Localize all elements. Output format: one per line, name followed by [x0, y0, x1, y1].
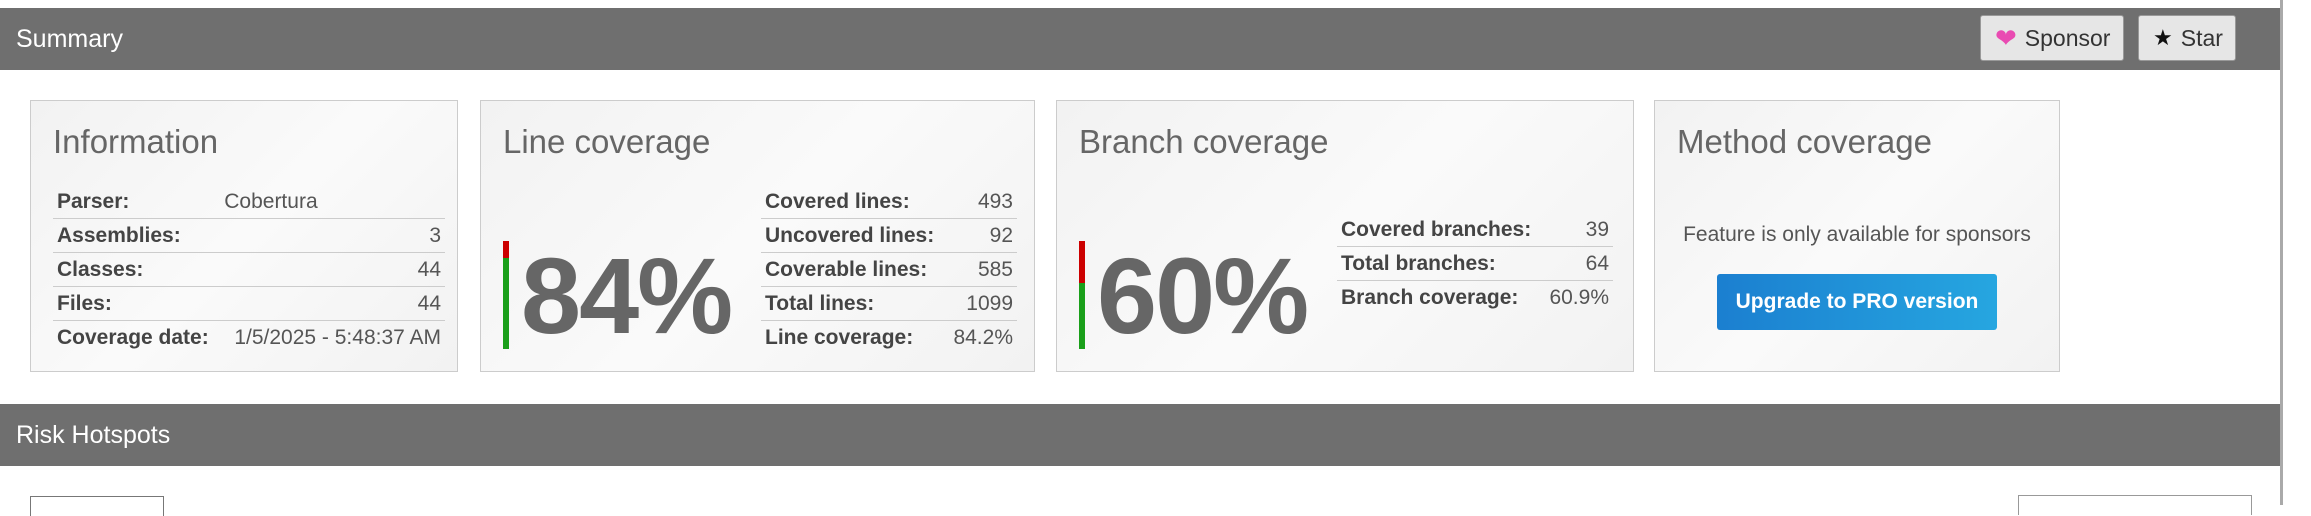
line-value: 92: [946, 218, 1017, 253]
information-table: Parser: Cobertura Assemblies: 3 Classes:…: [53, 185, 445, 354]
branch-label: Total branches:: [1337, 246, 1543, 281]
upgrade-pro-button[interactable]: Upgrade to PRO version: [1717, 274, 1997, 330]
gauge-uncovered: [1079, 241, 1085, 283]
gauge-covered: [503, 258, 509, 349]
table-row: Assemblies: 3: [53, 218, 445, 253]
risk-hotspots-title: Risk Hotspots: [16, 420, 171, 449]
branch-value: 64: [1542, 246, 1613, 281]
table-row: Covered lines: 493: [761, 185, 1017, 219]
method-coverage-card: Method coverage Feature is only availabl…: [1654, 100, 2060, 372]
line-value: 84.2%: [953, 325, 1013, 349]
line-coverage-title: Line coverage: [503, 123, 711, 160]
line-value: 493: [946, 185, 1017, 219]
line-label: Uncovered lines:: [761, 218, 947, 253]
line-label: Covered lines:: [761, 185, 947, 219]
header-buttons: ❤ Sponsor ★ Star: [1980, 15, 2236, 61]
branch-coverage-percent: 60%: [1097, 235, 1309, 356]
table-row: Files: 44: [53, 286, 445, 321]
branch-coverage-table: Covered branches: 39 Total branches: 64 …: [1337, 213, 1613, 314]
star-label: Star: [2180, 24, 2223, 51]
line-value: 1099: [946, 286, 1017, 321]
gauge-covered: [1079, 283, 1085, 349]
info-label: Coverage date:: [57, 325, 209, 349]
sponsor-only-note: Feature is only available for sponsors: [1683, 223, 2031, 246]
table-row: Line coverage: 84.2%: [761, 321, 1017, 355]
info-label: Classes:: [53, 252, 221, 287]
branch-coverage-card: Branch coverage 60% Covered branches: 39…: [1056, 100, 1634, 372]
branch-label: Covered branches:: [1337, 213, 1543, 247]
sponsor-label: Sponsor: [2024, 24, 2111, 51]
info-value: 1/5/2025 - 5:48:37 AM: [234, 325, 441, 349]
assembly-select[interactable]: [30, 496, 164, 516]
branch-value: 60.9%: [1549, 285, 1609, 309]
table-row: Coverage date: 1/5/2025 - 5:48:37 AM: [53, 321, 445, 355]
info-value: Cobertura: [220, 185, 445, 219]
branch-value: 39: [1542, 213, 1613, 247]
line-value: 585: [946, 252, 1017, 287]
line-label: Total lines:: [761, 286, 947, 321]
sponsor-button[interactable]: ❤ Sponsor: [1980, 15, 2124, 61]
table-row: Classes: 44: [53, 252, 445, 287]
line-coverage-table: Covered lines: 493 Uncovered lines: 92 C…: [761, 185, 1017, 354]
table-row: Covered branches: 39: [1337, 213, 1613, 247]
table-row: Uncovered lines: 92: [761, 218, 1017, 253]
info-value: 44: [220, 252, 445, 287]
table-row: Parser: Cobertura: [53, 185, 445, 219]
info-value: 44: [220, 286, 445, 321]
line-label: Line coverage:: [765, 325, 914, 349]
method-coverage-title: Method coverage: [1677, 123, 1932, 160]
line-coverage-percent: 84%: [521, 235, 733, 356]
info-label: Files:: [53, 286, 221, 321]
information-card: Information Parser: Cobertura Assemblies…: [30, 100, 458, 372]
info-label: Parser:: [53, 185, 221, 219]
branch-label: Branch coverage:: [1341, 285, 1519, 309]
table-row: Total lines: 1099: [761, 286, 1017, 321]
line-coverage-card: Line coverage 84% Covered lines: 493 Unc…: [480, 100, 1035, 372]
risk-hotspots-header: Risk Hotspots: [0, 404, 2280, 466]
information-title: Information: [53, 123, 219, 160]
filter-input[interactable]: [2018, 495, 2252, 515]
table-row: Total branches: 64: [1337, 246, 1613, 281]
summary-header: Summary ❤ Sponsor ★ Star: [0, 8, 2280, 70]
line-coverage-gauge: [503, 241, 509, 349]
info-value: 3: [220, 218, 445, 253]
heart-icon: ❤: [1995, 22, 2017, 53]
gauge-uncovered: [503, 241, 509, 258]
top-spacer: [0, 0, 2280, 8]
table-row: Coverable lines: 585: [761, 252, 1017, 287]
star-button[interactable]: ★ Star: [2138, 15, 2236, 61]
summary-title: Summary: [16, 24, 123, 53]
branch-coverage-gauge: [1079, 241, 1085, 349]
table-row: Branch coverage: 60.9%: [1337, 281, 1613, 315]
line-label: Coverable lines:: [761, 252, 947, 287]
scrollbar-track[interactable]: [2280, 0, 2311, 505]
branch-coverage-title: Branch coverage: [1079, 123, 1329, 160]
info-label: Assemblies:: [53, 218, 221, 253]
star-icon: ★: [2153, 25, 2173, 50]
